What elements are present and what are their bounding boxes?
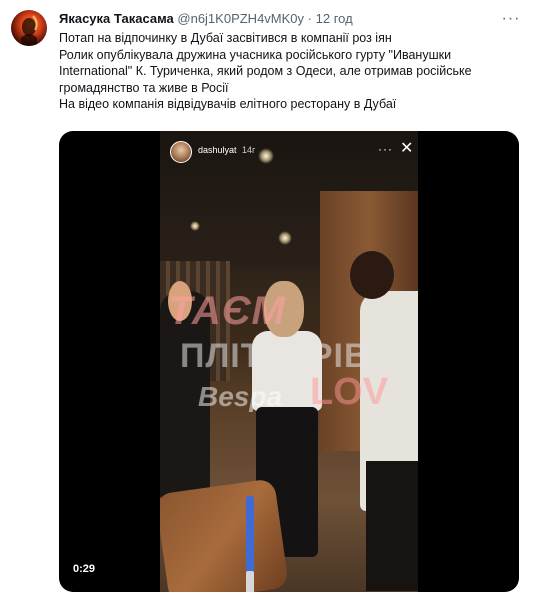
- tweet-text-line: Потап на відпочинку в Дубаї засвітився в…: [59, 31, 392, 45]
- video-duration: 0:29: [73, 563, 96, 575]
- person-right-head: [350, 251, 394, 299]
- story-header: dashulyat 14г ··· ✕: [160, 137, 418, 165]
- story-close-icon: ✕: [400, 140, 414, 157]
- author-handle[interactable]: @n6j1K0PZH4vMK0y: [177, 11, 304, 26]
- tweet-timestamp[interactable]: 12 год: [316, 11, 353, 26]
- author-display-name[interactable]: Якасука Такасама: [59, 11, 174, 26]
- watermark-brand: Bespa: [198, 381, 283, 412]
- story-username-text: dashulyat: [198, 145, 237, 155]
- ceiling-light: [190, 221, 200, 231]
- watermark-text: LOV: [310, 371, 389, 413]
- video-frame: ТАЄМ ПЛІТКАРІВ Bespa LOV dashulyat 14г ·…: [160, 131, 418, 592]
- tweet-header: Якасука Такасама @n6j1K0PZH4vMK0y · 12 г…: [59, 10, 353, 28]
- tweet-text-line: Ролик опублікувала дружина учасника росі…: [59, 47, 472, 95]
- video-player[interactable]: ТАЄМ ПЛІТКАРІВ Bespa LOV dashulyat 14г ·…: [59, 131, 519, 592]
- story-user-avatar: [170, 141, 192, 163]
- tweet-text-line: На відео компанія відвідувачів елітного …: [59, 97, 397, 111]
- author-avatar[interactable]: [11, 10, 47, 46]
- story-time: 14г: [242, 145, 256, 155]
- watermark-text: ТАЄМ: [168, 289, 286, 333]
- story-username: dashulyat 14г: [198, 145, 255, 155]
- person-right-pants: [366, 461, 418, 591]
- ceiling-light: [278, 231, 292, 245]
- story-more-icon: ···: [378, 142, 393, 156]
- tweet-text: Потап на відпочинку в Дубаї засвітився в…: [59, 30, 521, 113]
- more-options-icon[interactable]: ···: [499, 9, 523, 29]
- knife-handle: [246, 496, 254, 576]
- wooden-board: [160, 478, 290, 592]
- header-separator: ·: [307, 11, 312, 26]
- knife-blade: [246, 571, 254, 592]
- tweet-card[interactable]: Якасука Такасама @n6j1K0PZH4vMK0y · 12 г…: [0, 0, 533, 606]
